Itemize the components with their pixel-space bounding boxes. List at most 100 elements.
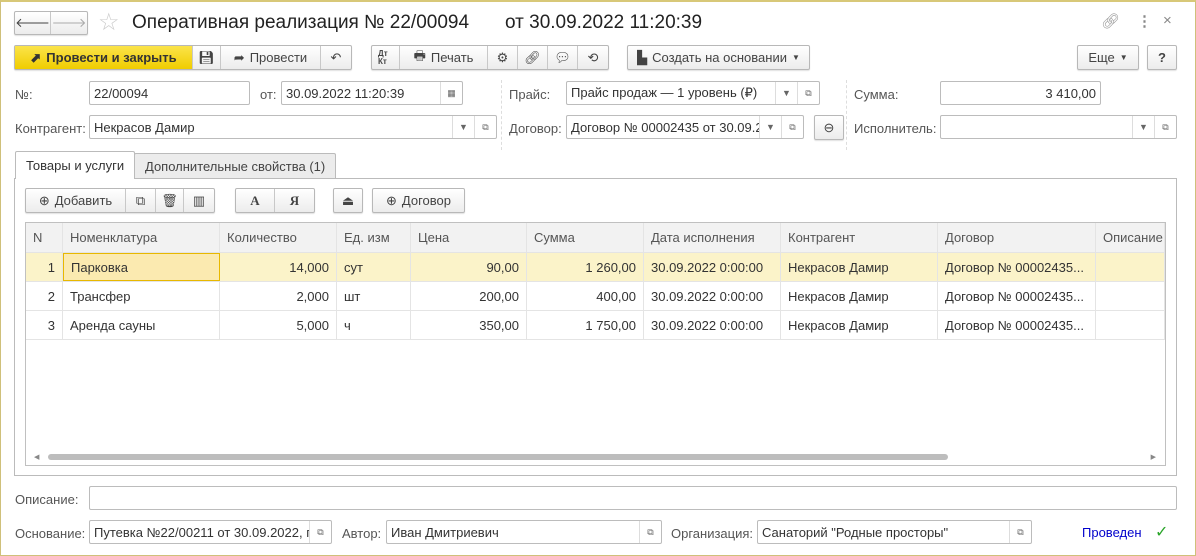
- print-button[interactable]: 🖶 Печать: [400, 46, 488, 69]
- tab-goods-services[interactable]: Товары и услуги: [15, 151, 136, 179]
- column-header[interactable]: Описание: [1096, 223, 1165, 252]
- post-button[interactable]: ➦ Провести: [221, 46, 321, 69]
- table-cell[interactable]: 2,000: [220, 282, 337, 310]
- link-icon[interactable]: 🔗︎: [1101, 12, 1120, 30]
- table-cell[interactable]: 350,00: [411, 311, 527, 339]
- column-header[interactable]: N: [26, 223, 63, 252]
- price-field[interactable]: Прайс продаж — 1 уровень (₽) ▼ ⧉: [566, 81, 820, 105]
- sort-ascending-button[interactable]: А: [236, 189, 275, 212]
- post-and-close-button[interactable]: ⬈ Провести и закрыть: [15, 46, 193, 69]
- table-cell[interactable]: Договор № 00002435...: [938, 282, 1096, 310]
- open-icon[interactable]: ⧉: [781, 116, 803, 138]
- table-cell[interactable]: сут: [337, 253, 411, 281]
- menu-dots-icon[interactable]: ⋮: [1137, 12, 1152, 30]
- column-header[interactable]: Контрагент: [781, 223, 938, 252]
- close-icon[interactable]: ×: [1163, 12, 1172, 29]
- table-cell[interactable]: 5,000: [220, 311, 337, 339]
- dropdown-arrow-icon[interactable]: ▼: [452, 116, 474, 138]
- open-icon[interactable]: ⧉: [1154, 116, 1176, 138]
- help-button[interactable]: ?: [1147, 45, 1177, 70]
- description-field[interactable]: [89, 486, 1177, 510]
- table-cell[interactable]: Трансфер: [63, 282, 220, 310]
- undo-post-button[interactable]: ↶: [321, 46, 351, 69]
- horizontal-scrollbar[interactable]: ◀ ▶: [34, 453, 1156, 461]
- counterparty-field[interactable]: Некрасов Дамир ▼ ⧉: [89, 115, 497, 139]
- date-field[interactable]: 30.09.2022 11:20:39 ▦: [281, 81, 463, 105]
- column-header[interactable]: Количество: [220, 223, 337, 252]
- scrollbar-thumb[interactable]: [48, 454, 948, 460]
- calendar-icon[interactable]: ▦: [440, 82, 462, 104]
- table-cell[interactable]: 1 260,00: [527, 253, 644, 281]
- delete-button[interactable]: 🗑︎: [156, 189, 184, 212]
- table-cell[interactable]: Договор № 00002435...: [938, 311, 1096, 339]
- column-header[interactable]: Договор: [938, 223, 1096, 252]
- number-label: №:: [15, 87, 33, 102]
- add-button[interactable]: ⊕ Добавить: [26, 189, 126, 212]
- barcode-button[interactable]: ▥: [184, 189, 214, 212]
- contract-field[interactable]: Договор № 00002435 от 30.09.2 ▼ ⧉: [566, 115, 804, 139]
- table-cell[interactable]: 1 750,00: [527, 311, 644, 339]
- table-cell[interactable]: Некрасов Дамир: [781, 282, 938, 310]
- table-cell[interactable]: шт: [337, 282, 411, 310]
- table-cell[interactable]: ч: [337, 311, 411, 339]
- history-button[interactable]: ⟲: [578, 46, 608, 69]
- organization-field[interactable]: Санаторий "Родные просторы" ⧉: [757, 520, 1032, 544]
- favorite-star-icon[interactable]: ☆: [98, 8, 120, 37]
- table-cell[interactable]: [1096, 253, 1165, 281]
- table-cell[interactable]: 14,000: [220, 253, 337, 281]
- basis-field[interactable]: Путевка №22/00211 от 30.09.2022, г ⧉: [89, 520, 332, 544]
- open-icon[interactable]: ⧉: [1009, 521, 1031, 543]
- open-icon[interactable]: ⧉: [309, 521, 331, 543]
- table-cell[interactable]: Аренда сауны: [63, 311, 220, 339]
- table-cell[interactable]: [1096, 311, 1165, 339]
- table-row[interactable]: 3 Аренда сауны 5,000 ч 350,00 1 750,00 30.09.2…: [26, 311, 1165, 340]
- fill-button[interactable]: ⏏: [333, 188, 363, 213]
- table-cell[interactable]: 1: [26, 253, 63, 281]
- save-button[interactable]: 💾︎: [193, 46, 221, 69]
- dropdown-arrow-icon[interactable]: ▼: [1132, 116, 1154, 138]
- column-header[interactable]: Сумма: [527, 223, 644, 252]
- back-button[interactable]: 🡐: [15, 12, 51, 34]
- table-cell[interactable]: 200,00: [411, 282, 527, 310]
- table-cell[interactable]: [1096, 282, 1165, 310]
- table-cell[interactable]: 400,00: [527, 282, 644, 310]
- table-cell[interactable]: 2: [26, 282, 63, 310]
- table-cell[interactable]: Парковка: [63, 253, 220, 281]
- tab-additional-properties[interactable]: Дополнительные свойства (1): [134, 153, 337, 179]
- author-field[interactable]: Иван Дмитриевич ⧉: [386, 520, 662, 544]
- scroll-left-icon[interactable]: ◀: [34, 453, 39, 461]
- fill-from-contract-button[interactable]: ⊖: [814, 115, 844, 140]
- open-icon[interactable]: ⧉: [797, 82, 819, 104]
- table-cell[interactable]: Договор № 00002435...: [938, 253, 1096, 281]
- column-header[interactable]: Номенклатура: [63, 223, 220, 252]
- dropdown-arrow-icon[interactable]: ▼: [759, 116, 781, 138]
- executor-field[interactable]: ▼ ⧉: [940, 115, 1177, 139]
- settings-button[interactable]: ⚙: [488, 46, 518, 69]
- discussion-button[interactable]: 💬︎: [548, 46, 578, 69]
- sort-descending-button[interactable]: Я: [275, 189, 314, 212]
- dropdown-arrow-icon[interactable]: ▼: [775, 82, 797, 104]
- table-cell[interactable]: 3: [26, 311, 63, 339]
- number-field[interactable]: 22/00094: [89, 81, 250, 105]
- copy-button[interactable]: ⧉: [126, 189, 156, 212]
- column-header[interactable]: Ед. изм: [337, 223, 411, 252]
- table-cell[interactable]: Некрасов Дамир: [781, 253, 938, 281]
- table-row[interactable]: 2 Трансфер 2,000 шт 200,00 400,00 30.09.2022 0…: [26, 282, 1165, 311]
- open-icon[interactable]: ⧉: [474, 116, 496, 138]
- table-cell[interactable]: Некрасов Дамир: [781, 311, 938, 339]
- contract-fill-button[interactable]: ⊕ Договор: [372, 188, 465, 213]
- column-header[interactable]: Дата исполнения: [644, 223, 781, 252]
- dt-kt-button[interactable]: Дт Кт: [372, 46, 400, 69]
- table-cell[interactable]: 30.09.2022 0:00:00: [644, 311, 781, 339]
- table-cell[interactable]: 30.09.2022 0:00:00: [644, 282, 781, 310]
- table-cell[interactable]: 30.09.2022 0:00:00: [644, 253, 781, 281]
- open-icon[interactable]: ⧉: [639, 521, 661, 543]
- table-row[interactable]: 1 Парковка 14,000 сут 90,00 1 260,00 30.09.202…: [26, 253, 1165, 282]
- scroll-right-icon[interactable]: ▶: [1151, 453, 1156, 461]
- table-cell[interactable]: 90,00: [411, 253, 527, 281]
- column-header[interactable]: Цена: [411, 223, 527, 252]
- create-based-on-button[interactable]: ▙ Создать на основании ▼: [627, 45, 810, 70]
- forward-button[interactable]: 🡒: [51, 12, 87, 34]
- link-button[interactable]: 🔗︎: [518, 46, 548, 69]
- more-button[interactable]: Еще ▼: [1077, 45, 1139, 70]
